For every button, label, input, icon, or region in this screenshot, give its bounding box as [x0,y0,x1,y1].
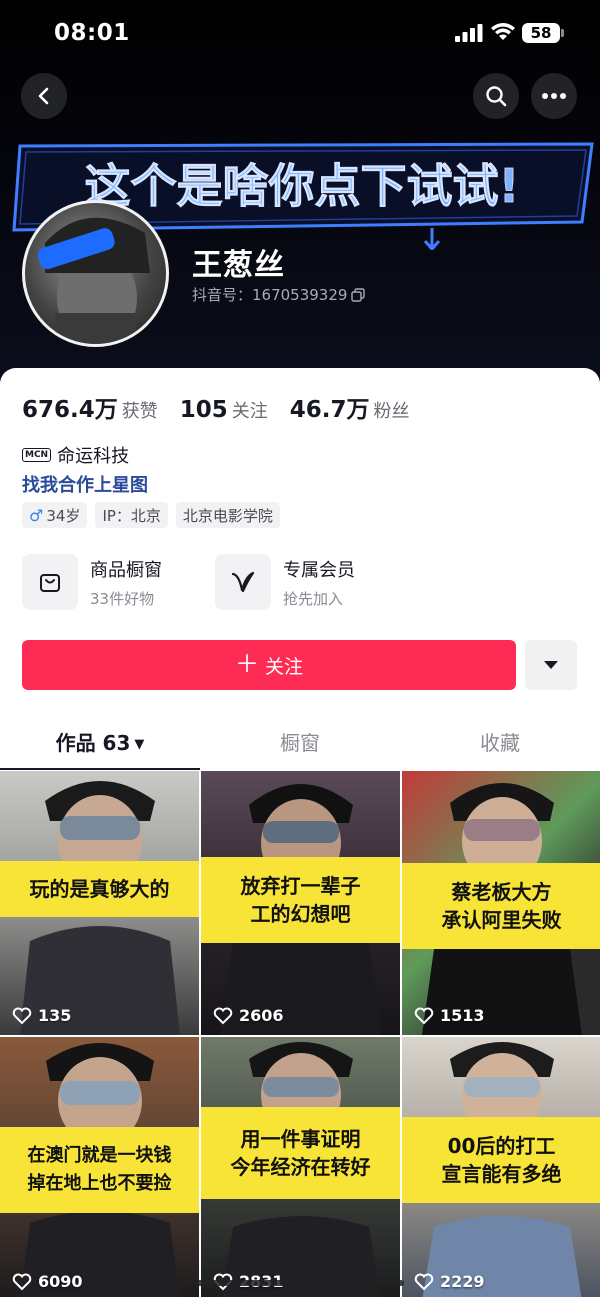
triangle-down-icon [544,661,558,669]
profile-tags: ♂ 34岁 IP：北京 北京电影学院 [22,502,280,528]
tag-school[interactable]: 北京电影学院 [175,502,280,528]
plus-icon: ＋ [234,650,259,678]
shop-subtitle: 33件好物 [90,589,155,608]
video-card[interactable]: 00后的打工 宣言能有多绝 2229 [402,1037,600,1297]
wifi-icon [491,23,515,40]
douyin-id[interactable]: 抖音号：1670539329 [192,284,366,305]
signal-icon [455,24,483,42]
stat-followers[interactable]: 46.7万 粉丝 [290,390,410,424]
video-card[interactable]: 用一件事证明 今年经济在转好 2831 [201,1037,400,1297]
home-indicator[interactable] [196,1280,404,1286]
search-button[interactable] [473,73,519,119]
follow-label: 关注 [264,655,303,678]
content-tabs: 作品 63 ▼ 橱窗 收藏 [0,720,600,770]
stat-value: 676.4万 [22,397,118,423]
video-caption: 放弃打一辈子 工的幻想吧 [201,857,400,943]
stat-label: 粉丝 [373,401,410,422]
tab-favorites[interactable]: 收藏 [400,720,600,770]
tab-label: 作品 63 [55,731,131,755]
profile-name: 王葱丝 [192,248,285,283]
video-caption: 用一件事证明 今年经济在转好 [201,1107,400,1199]
tag-ip: IP：北京 [95,502,168,528]
status-bar: 08:01 58 [0,0,600,68]
mcn-name: 命运科技 [57,446,130,467]
ellipsis-icon [542,93,566,99]
douyin-id-text: 抖音号：1670539329 [192,286,348,304]
avatar-image [37,217,150,344]
caret-down-icon: ▼ [134,737,145,752]
age-text: 34岁 [46,506,81,525]
follow-button[interactable]: ＋ 关注 [22,640,516,690]
search-icon [486,86,507,107]
tag-age: ♂ 34岁 [22,502,88,528]
video-caption: 蔡老板大方 承认阿里失败 [402,863,600,949]
member-subtitle: 抢先加入 [283,589,344,608]
likes-count: 6090 [38,1272,83,1291]
video-card[interactable]: 放弃打一辈子 工的幻想吧 2606 [201,771,400,1035]
heart-icon [12,1007,32,1024]
shopping-bag-icon [22,554,78,610]
shop-window-entry[interactable]: 商品橱窗 33件好物 [22,554,162,610]
stat-label: 获赞 [121,401,158,422]
membership-entry[interactable]: 专属会员 抢先加入 [215,554,355,610]
heart-icon [12,1273,32,1290]
video-card[interactable]: 蔡老板大方 承认阿里失败 1513 [402,771,600,1035]
follow-dropdown-button[interactable] [525,640,577,690]
video-likes: 2229 [414,1272,485,1291]
stats-row: 676.4万 获赞 105 关注 46.7万 粉丝 [22,390,432,424]
copy-icon[interactable] [351,287,366,302]
profile-header: 08:01 58 这个是啥你点下试试! 王葱丝 抖音号：1670539329 [0,0,600,390]
tab-label: 收藏 [480,731,520,755]
male-icon: ♂ [29,505,44,525]
member-title: 专属会员 [283,559,355,581]
video-caption: 玩的是真够大的 [0,861,199,917]
stat-value: 46.7万 [289,397,370,423]
stat-following[interactable]: 105 关注 [180,397,268,423]
mcn-row[interactable]: MCN 命运科技 [22,442,129,468]
heart-icon [414,1007,434,1024]
video-likes: 2606 [213,1006,284,1025]
video-likes: 1513 [414,1006,485,1025]
stat-value: 105 [179,397,228,423]
status-time: 08:01 [54,20,130,46]
heart-icon [213,1007,233,1024]
star-map-link[interactable]: 找我合作上星图 [22,471,148,497]
stat-likes[interactable]: 676.4万 获赞 [22,390,158,424]
member-v-icon [215,554,271,610]
battery-icon: 58 [522,23,564,43]
video-likes: 6090 [12,1272,83,1291]
video-grid: 玩的是真够大的 135 放弃打一辈子 工的幻想吧 2606 蔡老板大方 承认阿里… [0,771,600,1297]
likes-count: 135 [38,1006,72,1025]
avatar[interactable] [22,200,169,347]
back-button[interactable] [21,73,67,119]
likes-count: 2606 [239,1006,284,1025]
likes-count: 1513 [440,1006,485,1025]
tab-works[interactable]: 作品 63 ▼ [0,720,200,770]
chevron-left-icon [38,87,49,105]
mcn-badge: MCN [22,448,52,462]
tab-shop-window[interactable]: 橱窗 [200,720,400,770]
stat-label: 关注 [231,401,268,422]
profile-sheet: 676.4万 获赞 105 关注 46.7万 粉丝 MCN 命运科技 找我合作上… [0,368,600,1297]
video-card[interactable]: 在澳门就是一块钱 掉在地上也不要捡 6090 [0,1037,199,1297]
banner-text: 这个是啥你点下试试! [85,159,520,213]
shop-title: 商品橱窗 [90,559,162,581]
more-options-button[interactable] [531,73,577,119]
video-caption: 00后的打工 宣言能有多绝 [402,1117,600,1203]
video-likes: 135 [12,1006,71,1025]
heart-icon [414,1273,434,1290]
video-caption: 在澳门就是一块钱 掉在地上也不要捡 [0,1127,199,1213]
video-card[interactable]: 玩的是真够大的 135 [0,771,199,1035]
likes-count: 2229 [440,1272,485,1291]
tab-label: 橱窗 [280,731,320,755]
